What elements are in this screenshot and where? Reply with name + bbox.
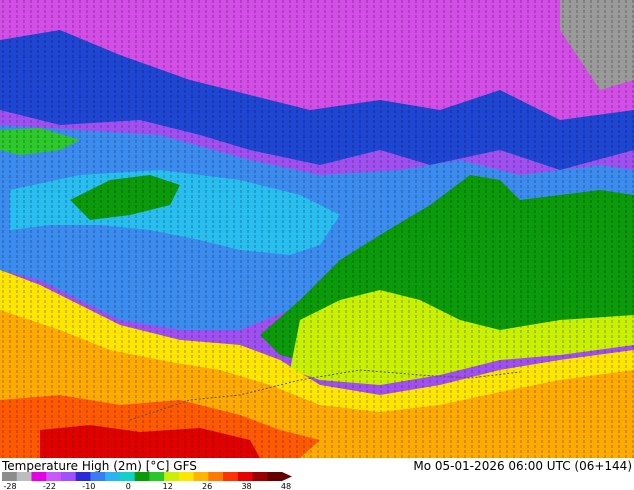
legend-swatch: [223, 472, 239, 481]
legend-swatch: [267, 472, 283, 481]
legend-swatch: [90, 472, 106, 481]
legend-swatch: [208, 472, 224, 481]
legend-swatch: [2, 472, 18, 481]
legend-swatch: [31, 472, 47, 481]
map-title: Temperature High (2m) [°C] GFS: [2, 459, 197, 473]
legend-swatch: [16, 472, 32, 481]
legend-swatch: [252, 472, 268, 481]
legend-tick-label: 48: [280, 482, 292, 490]
map-viewer: Temperature High (2m) [°C] GFS Mo 05-01-…: [0, 0, 634, 490]
legend-swatch: [178, 472, 195, 481]
legend-swatch: [164, 472, 180, 481]
legend-swatch: [105, 472, 121, 481]
legend-swatch: [237, 472, 254, 481]
legend-tick-label: -10: [82, 482, 96, 490]
legend-swatch: [60, 472, 77, 481]
isotherm-texture: [0, 0, 634, 458]
map-datetime: Mo 05-01-2026 06:00 UTC (06+144): [413, 459, 632, 473]
legend-swatch: [193, 472, 209, 481]
map-footer: Temperature High (2m) [°C] GFS Mo 05-01-…: [0, 458, 634, 490]
legend-swatch: [46, 472, 62, 481]
legend-swatch: [119, 472, 136, 481]
legend-tick-label: 38: [241, 482, 252, 490]
temperature-map[interactable]: [0, 0, 634, 458]
legend-swatch: [75, 472, 91, 481]
legend-tick-label: 26: [202, 482, 213, 490]
legend-swatch: [134, 472, 150, 481]
legend-tick-label: -28: [3, 482, 17, 490]
legend-swatch: [149, 472, 165, 481]
legend-tick-label: 0: [125, 482, 131, 490]
legend-tick-label: 12: [162, 482, 173, 490]
legend-tick-label: -22: [42, 482, 56, 490]
legend-arrow: [282, 472, 292, 481]
color-legend: [2, 472, 292, 481]
